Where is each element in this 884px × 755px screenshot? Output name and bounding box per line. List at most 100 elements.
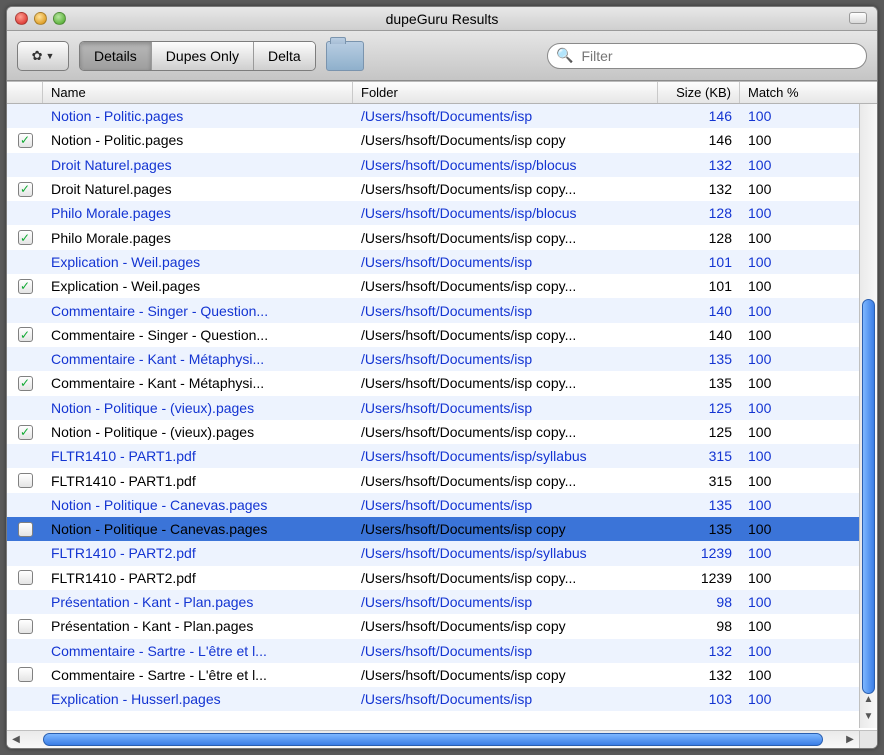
column-size[interactable]: Size (KB) [658, 82, 740, 103]
row-checkbox[interactable] [18, 570, 33, 585]
table-row[interactable]: Commentaire - Singer - Question.../Users… [7, 323, 877, 347]
table-row[interactable]: FLTR1410 - PART1.pdf/Users/hsoft/Documen… [7, 444, 877, 468]
tab-details[interactable]: Details [80, 42, 152, 70]
cell-name: Notion - Politic.pages [43, 132, 353, 148]
filter-field[interactable]: 🔍 [547, 43, 867, 69]
table-row[interactable]: Notion - Politique - Canevas.pages/Users… [7, 517, 877, 541]
minimize-icon[interactable] [34, 12, 47, 25]
row-checkbox[interactable] [18, 473, 33, 488]
row-checkbox[interactable] [18, 279, 33, 294]
filter-input[interactable] [579, 47, 858, 65]
cell-size: 101 [658, 254, 740, 270]
toolbar: ✿ ▼ Details Dupes Only Delta 🔍 [7, 31, 877, 81]
cell-match: 100 [740, 278, 820, 294]
row-checkbox[interactable] [18, 182, 33, 197]
cell-match: 100 [740, 570, 820, 586]
cell-match: 100 [740, 303, 820, 319]
row-checkbox[interactable] [18, 376, 33, 391]
scroll-right-icon[interactable]: ▶ [841, 734, 859, 745]
table-row[interactable]: Commentaire - Sartre - L'être et l.../Us… [7, 639, 877, 663]
cell-size: 132 [658, 157, 740, 173]
row-checkbox[interactable] [18, 230, 33, 245]
cell-name: Notion - Politic.pages [43, 108, 353, 124]
row-checkbox[interactable] [18, 522, 33, 537]
vertical-scroll-thumb[interactable] [862, 299, 875, 694]
cell-folder: /Users/hsoft/Documents/isp [353, 303, 658, 319]
scroll-down-icon[interactable]: ▼ [860, 711, 878, 728]
cell-name: Notion - Politique - Canevas.pages [43, 497, 353, 513]
row-checkbox[interactable] [18, 619, 33, 634]
table-row[interactable]: Commentaire - Kant - Métaphysi.../Users/… [7, 371, 877, 395]
zoom-icon[interactable] [53, 12, 66, 25]
horizontal-scrollbar[interactable]: ◀ ▶ [7, 730, 859, 748]
cell-name: FLTR1410 - PART1.pdf [43, 473, 353, 489]
cell-folder: /Users/hsoft/Documents/isp [353, 643, 658, 659]
table-row[interactable]: FLTR1410 - PART1.pdf/Users/hsoft/Documen… [7, 468, 877, 492]
results-table[interactable]: Notion - Politic.pages/Users/hsoft/Docum… [7, 104, 877, 748]
cell-name: Commentaire - Kant - Métaphysi... [43, 375, 353, 391]
cell-folder: /Users/hsoft/Documents/isp copy... [353, 230, 658, 246]
cell-match: 100 [740, 205, 820, 221]
scroll-left-icon[interactable]: ◀ [7, 734, 25, 745]
cell-size: 98 [658, 618, 740, 634]
table-row[interactable]: Explication - Weil.pages/Users/hsoft/Doc… [7, 274, 877, 298]
actions-menu-button[interactable]: ✿ ▼ [17, 41, 69, 71]
cell-name: Droit Naturel.pages [43, 181, 353, 197]
table-row[interactable]: Notion - Politic.pages/Users/hsoft/Docum… [7, 128, 877, 152]
cell-size: 135 [658, 351, 740, 367]
view-segmented-control: Details Dupes Only Delta [79, 41, 316, 71]
row-checkbox[interactable] [18, 327, 33, 342]
horizontal-scroll-thumb[interactable] [43, 733, 823, 746]
tab-dupes-only[interactable]: Dupes Only [152, 42, 254, 70]
cell-folder: /Users/hsoft/Documents/isp copy [353, 618, 658, 634]
row-checkbox[interactable] [18, 425, 33, 440]
cell-match: 100 [740, 132, 820, 148]
cell-match: 100 [740, 327, 820, 343]
cell-match: 100 [740, 448, 820, 464]
tab-delta[interactable]: Delta [254, 42, 315, 70]
column-checkbox[interactable] [7, 82, 43, 103]
table-row[interactable]: Explication - Weil.pages/Users/hsoft/Doc… [7, 250, 877, 274]
table-row[interactable]: Présentation - Kant - Plan.pages/Users/h… [7, 590, 877, 614]
cell-size: 103 [658, 691, 740, 707]
row-checkbox[interactable] [18, 133, 33, 148]
cell-folder: /Users/hsoft/Documents/isp [353, 254, 658, 270]
cell-size: 132 [658, 667, 740, 683]
cell-match: 100 [740, 691, 820, 707]
cell-match: 100 [740, 545, 820, 561]
table-row[interactable]: Notion - Politique - Canevas.pages/Users… [7, 493, 877, 517]
column-folder[interactable]: Folder [353, 82, 658, 103]
cell-folder: /Users/hsoft/Documents/isp copy... [353, 424, 658, 440]
table-row[interactable]: Commentaire - Sartre - L'être et l.../Us… [7, 663, 877, 687]
resize-corner[interactable] [859, 730, 877, 748]
cell-name: FLTR1410 - PART2.pdf [43, 570, 353, 586]
table-row[interactable]: Droit Naturel.pages/Users/hsoft/Document… [7, 177, 877, 201]
table-row[interactable]: Notion - Politique - (vieux).pages/Users… [7, 396, 877, 420]
table-row[interactable]: Notion - Politic.pages/Users/hsoft/Docum… [7, 104, 877, 128]
cell-match: 100 [740, 254, 820, 270]
toolbar-toggle-icon[interactable] [849, 12, 867, 24]
table-row[interactable]: Philo Morale.pages/Users/hsoft/Documents… [7, 225, 877, 249]
cell-size: 125 [658, 400, 740, 416]
table-row[interactable]: Philo Morale.pages/Users/hsoft/Documents… [7, 201, 877, 225]
cell-match: 100 [740, 424, 820, 440]
scroll-up-icon[interactable]: ▲ [860, 694, 878, 711]
column-match[interactable]: Match % [740, 82, 820, 103]
table-row[interactable]: Présentation - Kant - Plan.pages/Users/h… [7, 614, 877, 638]
cell-match: 100 [740, 643, 820, 659]
table-row[interactable]: FLTR1410 - PART2.pdf/Users/hsoft/Documen… [7, 541, 877, 565]
table-row[interactable]: Notion - Politique - (vieux).pages/Users… [7, 420, 877, 444]
vertical-scrollbar[interactable]: ▲ ▼ [859, 104, 877, 728]
cell-match: 100 [740, 351, 820, 367]
table-row[interactable]: FLTR1410 - PART2.pdf/Users/hsoft/Documen… [7, 566, 877, 590]
column-name[interactable]: Name [43, 82, 353, 103]
cell-name: Explication - Weil.pages [43, 278, 353, 294]
table-row[interactable]: Droit Naturel.pages/Users/hsoft/Document… [7, 153, 877, 177]
folder-icon[interactable] [326, 41, 364, 71]
close-icon[interactable] [15, 12, 28, 25]
row-checkbox[interactable] [18, 667, 33, 682]
table-row[interactable]: Commentaire - Singer - Question.../Users… [7, 298, 877, 322]
table-row[interactable]: Explication - Husserl.pages/Users/hsoft/… [7, 687, 877, 711]
cell-name: Commentaire - Sartre - L'être et l... [43, 667, 353, 683]
table-row[interactable]: Commentaire - Kant - Métaphysi.../Users/… [7, 347, 877, 371]
